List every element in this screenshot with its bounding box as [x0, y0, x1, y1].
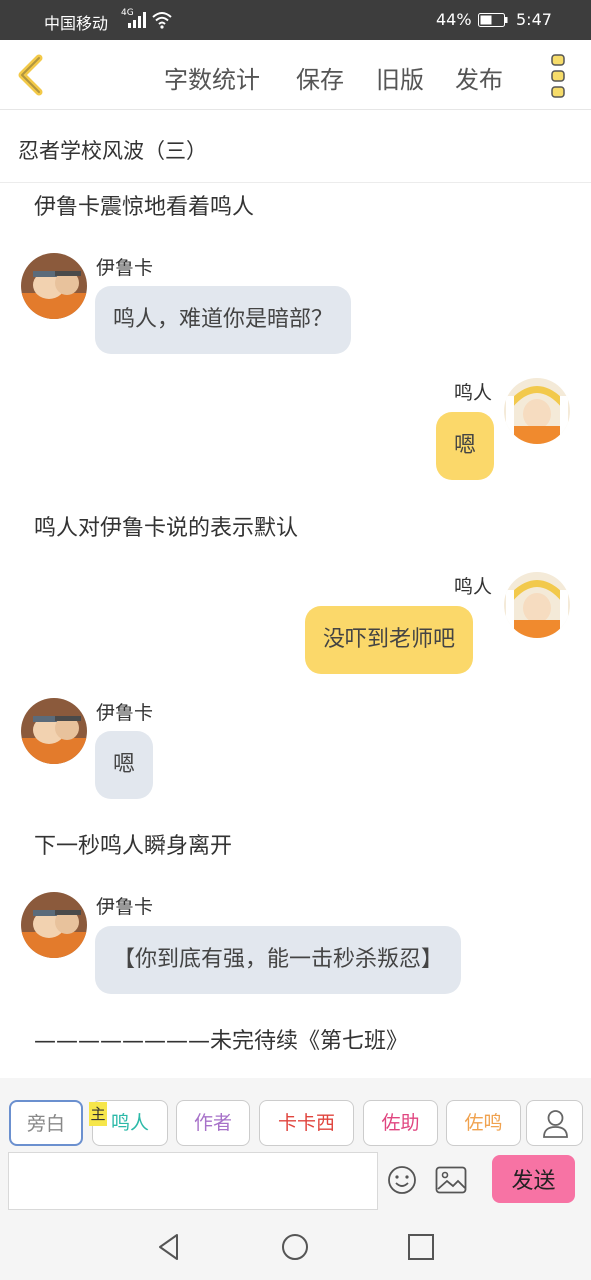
composer-panel: 旁白 鸣人 主 作者 卡卡西 佐助 佐鸣 发送: [0, 1078, 591, 1212]
image-icon[interactable]: [435, 1166, 467, 1194]
avatar-naruto[interactable]: [504, 378, 570, 444]
message-bubble[interactable]: 嗯: [95, 731, 154, 799]
role-label: 佐鸣: [464, 1112, 503, 1134]
user-icon: [543, 1110, 568, 1138]
avatar-naruto[interactable]: [504, 572, 570, 638]
role-label: 卡卡西: [277, 1112, 335, 1134]
system-nav-bar: [0, 1212, 591, 1280]
role-chip-author[interactable]: 作者: [176, 1100, 250, 1146]
avatar-iruka[interactable]: [21, 253, 87, 319]
message-bubble[interactable]: 嗯: [436, 412, 495, 480]
nav-home-icon[interactable]: [280, 1232, 310, 1262]
narration-text[interactable]: 下一秒鸣人瞬身离开: [34, 828, 232, 860]
message-bubble[interactable]: 鸣人，难道你是暗部？: [95, 286, 352, 354]
message-bubble[interactable]: 没吓到老师吧: [305, 606, 474, 674]
narration-text[interactable]: ————————未完待续《第七班》: [34, 1023, 408, 1055]
role-chip-sasunaru[interactable]: 佐鸣: [446, 1100, 521, 1146]
role-label: 作者: [193, 1112, 232, 1134]
avatar-iruka[interactable]: [21, 698, 87, 764]
sender-name: 鸣人: [454, 382, 493, 404]
add-role-button[interactable]: [526, 1100, 583, 1146]
avatar-iruka[interactable]: [21, 892, 87, 958]
battery-icon: [478, 13, 508, 27]
old-version-button[interactable]: 旧版: [376, 60, 424, 95]
send-button[interactable]: 发送: [492, 1155, 575, 1203]
role-chip-kakashi[interactable]: 卡卡西: [259, 1100, 354, 1146]
role-chip-sasuke[interactable]: 佐助: [363, 1100, 438, 1146]
sender-name: 伊鲁卡: [96, 702, 154, 724]
role-chip-narrator[interactable]: 旁白: [9, 1100, 83, 1146]
message-bubble[interactable]: 【你到底有强，能一击秒杀叛忍】: [95, 926, 462, 994]
clock: 5:47: [516, 10, 552, 29]
more-vertical-icon[interactable]: [545, 52, 571, 100]
nav-recents-icon[interactable]: [406, 1232, 436, 1262]
narration-text[interactable]: 伊鲁卡震惊地看着鸣人: [34, 189, 254, 221]
carrier-name: 中国移动: [44, 14, 109, 33]
nav-back-icon[interactable]: [155, 1232, 185, 1262]
wifi-icon: [152, 12, 172, 29]
role-label: 旁白: [26, 1113, 65, 1135]
sender-name: 伊鲁卡: [96, 257, 154, 279]
chevron-left-icon[interactable]: [14, 54, 48, 96]
battery-percent: 44%: [436, 10, 472, 29]
narration-text[interactable]: 鸣人对伊鲁卡说的表示默认: [34, 510, 298, 542]
word-count-button[interactable]: 字数统计: [164, 60, 260, 95]
save-button[interactable]: 保存: [296, 60, 344, 95]
host-badge: 主: [89, 1102, 107, 1126]
sender-name: 伊鲁卡: [96, 896, 154, 918]
sender-name: 鸣人: [454, 576, 493, 598]
document-title-bar: 忍者学校风波（三）: [0, 111, 591, 183]
role-label: 鸣人: [110, 1112, 149, 1134]
role-label: 佐助: [381, 1112, 420, 1134]
publish-button[interactable]: 发布: [455, 60, 503, 95]
signal-icon: [128, 12, 146, 28]
message-input[interactable]: [8, 1152, 378, 1210]
document-title[interactable]: 忍者学校风波（三）: [18, 135, 207, 165]
status-bar: 中国移动 4G 44% 5:47: [0, 0, 591, 40]
emoji-icon[interactable]: [386, 1164, 418, 1196]
toolbar: 字数统计 保存 旧版 发布: [0, 40, 591, 110]
